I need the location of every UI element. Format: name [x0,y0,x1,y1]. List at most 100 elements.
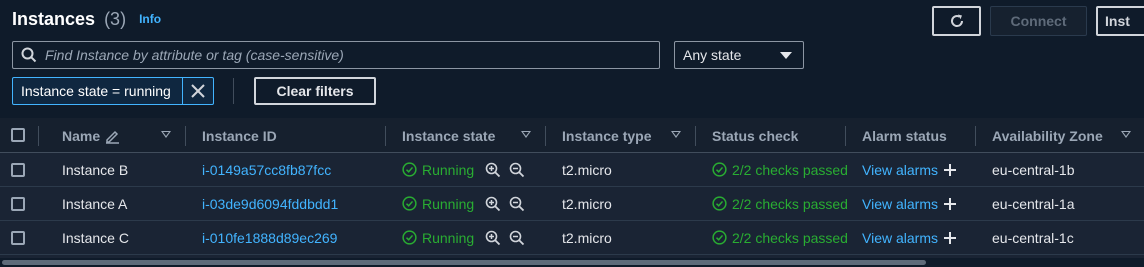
plus-icon [944,231,956,244]
check-circle-icon [712,162,727,177]
pencil-icon [106,130,120,144]
caret-down-icon [780,52,792,59]
zoom-in-icon [485,196,501,211]
instance-id-link[interactable]: i-03de9d6094fddbdd1 [202,187,338,220]
column-header-name[interactable]: Name [62,118,120,153]
check-circle-icon [402,196,417,211]
column-header-availability-zone[interactable]: Availability Zone [992,118,1103,153]
cell-instance-type: t2.micro [562,161,612,178]
view-alarms-link[interactable]: View alarms [862,153,938,186]
zoom-out-icon [509,162,525,177]
status-check-label: 2/2 checks passed [732,229,848,246]
instance-count: (3) [104,9,127,29]
column-header-name-label: Name [62,127,101,144]
search-input[interactable] [45,47,659,63]
search-box[interactable] [12,41,660,69]
instances-header-panel: Instances (3) Info Connect Inst Any stat… [0,0,1144,118]
column-separator [545,126,546,146]
state-filter-select[interactable]: Any state [674,41,804,69]
zoom-in-icon [485,230,501,245]
info-link[interactable]: Info [139,12,161,26]
check-circle-icon [712,230,727,245]
zoom-out-icon [509,230,525,245]
cell-instance-type: t2.micro [562,229,612,246]
table-row[interactable]: Instance A i-03de9d6094fddbdd1 Running t… [0,187,1144,221]
cell-instance-state: Running [402,187,474,220]
cell-status-check: 2/2 checks passed [712,153,848,186]
column-separator [845,126,846,146]
instance-state-button[interactable]: Inst [1096,6,1144,36]
zoom-out-icon [509,196,525,211]
column-header-instance-id[interactable]: Instance ID [202,118,277,153]
zoom-out-button[interactable] [509,221,525,254]
table-row[interactable]: Instance C i-010fe1888d89ec269 Running t… [0,221,1144,255]
close-icon [191,84,205,98]
cell-instance-state: Running [402,153,474,186]
check-circle-icon [402,230,417,245]
status-check-label: 2/2 checks passed [732,161,848,178]
column-header-instance-type[interactable]: Instance type [562,118,651,153]
column-separator [38,126,39,146]
row-checkbox[interactable] [11,231,25,245]
scrollbar-thumb[interactable] [2,260,926,265]
refresh-button[interactable] [932,6,981,36]
filter-divider [233,78,234,104]
clear-filters-button[interactable]: Clear filters [254,77,376,105]
state-filter-value: Any state [683,47,742,63]
table-row[interactable]: Instance B i-0149a57cc8fb87fcc Running t… [0,153,1144,187]
cell-name: Instance B [62,161,129,178]
table-header-row: Name Instance ID Instance state Instance… [0,118,1144,153]
page-title: Instances (3) Info [12,9,161,30]
check-circle-icon [712,196,727,211]
zoom-out-button[interactable] [509,153,525,186]
instance-state-label: Running [422,161,475,178]
horizontal-scrollbar[interactable] [0,258,1144,267]
column-separator [975,126,976,146]
sort-icon[interactable] [161,131,171,138]
search-icon [21,47,37,63]
filter-token: Instance state = running [12,77,214,105]
row-checkbox[interactable] [11,163,25,177]
sort-icon[interactable] [671,131,681,138]
zoom-in-button[interactable] [485,221,501,254]
view-alarms-link[interactable]: View alarms [862,221,938,254]
sort-icon[interactable] [521,131,531,138]
column-separator [695,126,696,146]
connect-button[interactable]: Connect [990,6,1087,36]
sort-icon[interactable] [1121,131,1131,138]
row-checkbox[interactable] [11,197,25,211]
column-header-alarm-status[interactable]: Alarm status [862,118,947,153]
cell-name: Instance C [62,229,129,246]
instance-id-link[interactable]: i-010fe1888d89ec269 [202,221,337,254]
zoom-in-icon [485,162,501,177]
cell-instance-type: t2.micro [562,195,612,212]
cell-status-check: 2/2 checks passed [712,187,848,220]
add-alarm-button[interactable] [943,187,957,220]
select-all-checkbox[interactable] [11,128,25,142]
add-alarm-button[interactable] [943,221,957,254]
refresh-icon [950,14,963,27]
zoom-out-button[interactable] [509,187,525,220]
check-circle-icon [402,162,417,177]
cell-name: Instance A [62,195,128,212]
plus-icon [944,197,956,210]
instance-state-label: Running [422,229,475,246]
plus-icon [944,163,956,176]
remove-filter-button[interactable] [183,78,213,104]
add-alarm-button[interactable] [943,153,957,186]
column-header-instance-state[interactable]: Instance state [402,118,495,153]
cell-status-check: 2/2 checks passed [712,221,848,254]
instances-table: Name Instance ID Instance state Instance… [0,118,1144,258]
instance-id-link[interactable]: i-0149a57cc8fb87fcc [202,153,331,186]
zoom-in-button[interactable] [485,187,501,220]
instance-state-label: Running [422,195,475,212]
zoom-in-button[interactable] [485,153,501,186]
view-alarms-link[interactable]: View alarms [862,187,938,220]
column-header-status-check[interactable]: Status check [712,118,798,153]
cell-availability-zone: eu-central-1c [992,229,1074,246]
filter-token-label[interactable]: Instance state = running [13,78,183,104]
column-separator [185,126,186,146]
cell-availability-zone: eu-central-1b [992,161,1075,178]
column-separator [385,126,386,146]
status-check-label: 2/2 checks passed [732,195,848,212]
